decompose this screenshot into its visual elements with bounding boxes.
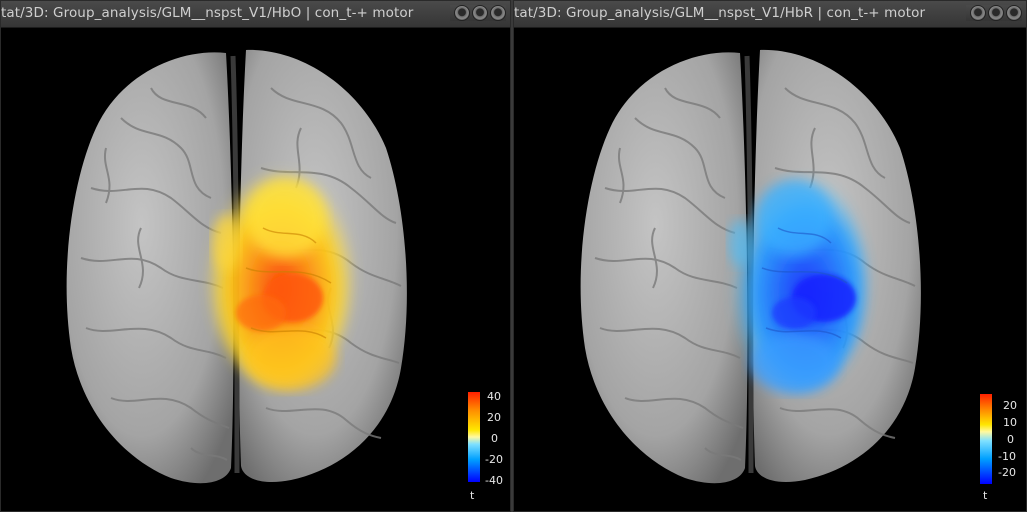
brain-render-hbr [580, 49, 921, 484]
maximize-button[interactable] [988, 5, 1004, 21]
colorbar-tick: 20 [487, 411, 501, 424]
colorbar-label: t [983, 489, 988, 502]
brain-render-hbo [66, 49, 407, 484]
window-title: tat/3D: Group_analysis/GLM__nspst_V1/HbR… [514, 5, 926, 21]
colorbar-hbo [468, 392, 480, 482]
minimize-button[interactable] [454, 5, 470, 21]
colorbar-tick: -20 [998, 466, 1016, 479]
maximize-button[interactable] [472, 5, 488, 21]
window-controls [966, 5, 1022, 21]
minimize-button[interactable] [970, 5, 986, 21]
colorbar-tick: 40 [487, 390, 501, 403]
figure-window-hbo: tat/3D: Group_analysis/GLM__nspst_V1/HbO… [0, 0, 511, 512]
close-button[interactable] [1006, 5, 1022, 21]
window-controls [450, 5, 506, 21]
3d-view-hbr[interactable]: 20 10 0 -10 -20 t [514, 28, 1026, 511]
colorbar-tick: -10 [998, 450, 1016, 463]
colorbar-tick: 0 [1007, 433, 1014, 446]
title-bar[interactable]: tat/3D: Group_analysis/GLM__nspst_V1/HbO… [1, 1, 510, 28]
3d-view-hbo[interactable]: 40 20 0 -20 -40 t [1, 28, 510, 511]
colorbar-tick: -40 [485, 474, 503, 487]
colorbar-hbr [980, 394, 992, 484]
window-title: tat/3D: Group_analysis/GLM__nspst_V1/HbO… [1, 5, 414, 21]
colorbar-tick: 20 [1003, 399, 1017, 412]
figure-window-hbr: tat/3D: Group_analysis/GLM__nspst_V1/HbR… [513, 0, 1027, 512]
colorbar-tick: -20 [485, 453, 503, 466]
colorbar-label: t [470, 489, 475, 502]
close-button[interactable] [490, 5, 506, 21]
colorbar-tick: 0 [491, 432, 498, 445]
colorbar-tick: 10 [1003, 416, 1017, 429]
title-bar[interactable]: tat/3D: Group_analysis/GLM__nspst_V1/HbR… [514, 1, 1026, 28]
